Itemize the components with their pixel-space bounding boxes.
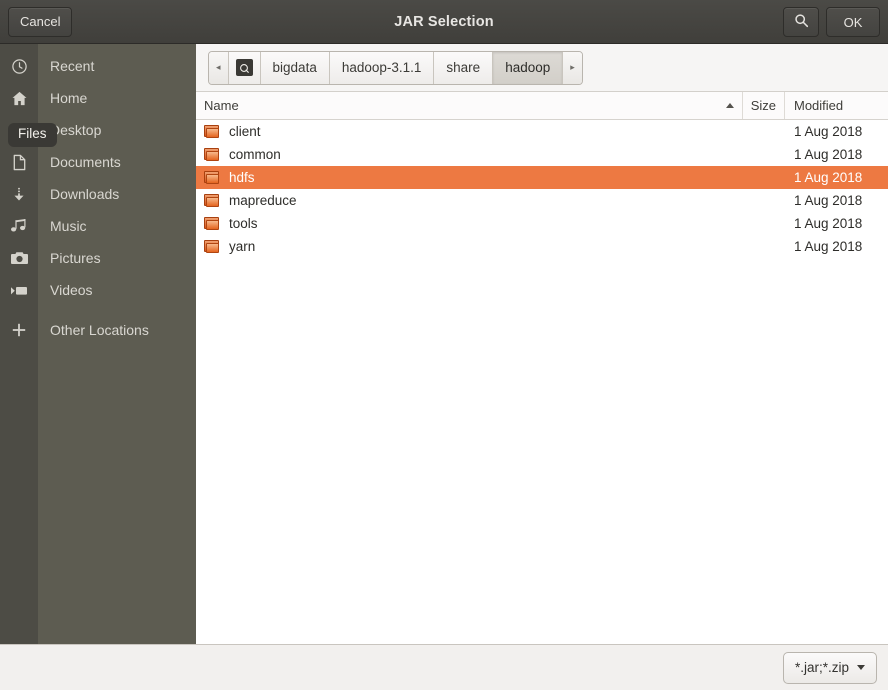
file-name-label: hdfs	[229, 170, 255, 185]
folder-icon	[204, 148, 220, 161]
file-name-label: common	[229, 147, 281, 162]
file-name-cell: hdfs	[196, 170, 743, 185]
home-icon	[0, 90, 38, 107]
column-header-size-label: Size	[750, 98, 776, 113]
sidebar-item-documents[interactable]: Documents	[0, 146, 196, 178]
sidebar-item-pictures[interactable]: Pictures	[0, 242, 196, 274]
file-chooser-dialog: Cancel JAR Selection OK Recent Home Desk…	[0, 0, 888, 690]
sidebar-item-label: Downloads	[50, 186, 120, 202]
file-name-label: yarn	[229, 239, 256, 254]
sidebar-item-videos[interactable]: Videos	[0, 274, 196, 306]
sidebar-item-music[interactable]: Music	[0, 210, 196, 242]
sidebar-item-label: Music	[50, 218, 87, 234]
table-row[interactable]: client 1 Aug 2018	[196, 120, 888, 143]
file-filter-label: *.jar;*.zip	[794, 660, 849, 675]
titlebar-right-actions: OK	[783, 7, 880, 37]
breadcrumb-item-bigdata[interactable]: bigdata	[260, 51, 330, 84]
clock-icon	[0, 58, 38, 75]
folder-icon	[204, 217, 220, 230]
file-name-cell: yarn	[196, 239, 743, 254]
folder-icon	[204, 125, 220, 138]
file-name-label: mapreduce	[229, 193, 297, 208]
dialog-title: JAR Selection	[394, 13, 494, 30]
plus-icon	[0, 322, 38, 338]
camera-icon	[0, 251, 38, 266]
column-header-name-label: Name	[204, 98, 239, 113]
file-name-cell: common	[196, 147, 743, 162]
file-name-label: client	[229, 124, 261, 139]
column-header-size[interactable]: Size	[743, 92, 785, 119]
dialog-body: Recent Home Desktop Documents Downloads …	[0, 44, 888, 644]
cancel-button-label: Cancel	[20, 14, 61, 29]
file-modified-cell: 1 Aug 2018	[794, 216, 863, 231]
breadcrumb-item-hadoop-3-1-1[interactable]: hadoop-3.1.1	[329, 51, 435, 84]
sidebar-item-home[interactable]: Home	[0, 82, 196, 114]
search-icon	[794, 13, 809, 31]
sidebar-item-label: Pictures	[50, 250, 101, 266]
search-button[interactable]	[783, 7, 819, 37]
breadcrumb-next-button[interactable]: ▸	[563, 51, 582, 84]
sidebar-item-other-locations[interactable]: Other Locations	[0, 314, 196, 346]
breadcrumb-root-button[interactable]	[228, 51, 261, 84]
file-modified-cell: 1 Aug 2018	[794, 124, 863, 139]
file-modified-cell: 1 Aug 2018	[794, 239, 863, 254]
file-list[interactable]: client 1 Aug 2018 common 1 Aug 2018 hdfs…	[196, 120, 888, 644]
sidebar-item-label: Home	[50, 90, 88, 106]
music-note-icon	[0, 218, 38, 234]
cancel-button[interactable]: Cancel	[8, 6, 73, 37]
document-icon	[0, 154, 38, 171]
ok-button-label: OK	[843, 14, 863, 30]
download-icon	[0, 186, 38, 203]
sidebar-item-label: Other Locations	[50, 322, 149, 338]
file-modified-cell: 1 Aug 2018	[794, 147, 863, 162]
file-name-cell: mapreduce	[196, 193, 743, 208]
breadcrumb-item-share[interactable]: share	[434, 51, 494, 84]
breadcrumb-item-hadoop[interactable]: hadoop	[493, 51, 564, 84]
files-tooltip: Files	[8, 123, 57, 147]
sidebar-item-recent[interactable]: Recent	[0, 50, 196, 82]
file-name-cell: client	[196, 124, 743, 139]
file-browser-pane: ◂ bigdata hadoop-3.1.1 share hadoop ▸ Na…	[196, 44, 888, 644]
sidebar-item-downloads[interactable]: Downloads	[0, 178, 196, 210]
table-row[interactable]: common 1 Aug 2018	[196, 143, 888, 166]
path-bar: ◂ bigdata hadoop-3.1.1 share hadoop ▸	[196, 44, 888, 92]
sort-ascending-icon	[726, 103, 734, 108]
table-row[interactable]: yarn 1 Aug 2018	[196, 235, 888, 258]
chevron-down-icon	[857, 665, 865, 670]
table-row[interactable]: mapreduce 1 Aug 2018	[196, 189, 888, 212]
ok-button[interactable]: OK	[826, 7, 880, 37]
titlebar: Cancel JAR Selection OK	[0, 0, 888, 44]
hard-disk-icon	[235, 59, 253, 76]
places-sidebar: Recent Home Desktop Documents Downloads …	[0, 44, 196, 644]
file-modified-cell: 1 Aug 2018	[794, 170, 863, 185]
dialog-footer: *.jar;*.zip	[0, 644, 888, 690]
file-filter-dropdown[interactable]: *.jar;*.zip	[782, 651, 877, 684]
video-camera-icon	[0, 284, 38, 297]
breadcrumb-prev-button[interactable]: ◂	[209, 51, 229, 84]
table-row[interactable]: tools 1 Aug 2018	[196, 212, 888, 235]
table-row-selected[interactable]: hdfs 1 Aug 2018	[196, 166, 888, 189]
breadcrumb: ◂ bigdata hadoop-3.1.1 share hadoop ▸	[208, 50, 583, 85]
folder-icon	[204, 194, 220, 207]
column-header-modified-label: Modified	[794, 98, 844, 113]
folder-icon	[204, 171, 220, 184]
file-name-label: tools	[229, 216, 258, 231]
sidebar-item-label: Videos	[50, 282, 93, 298]
sidebar-item-label: Documents	[50, 154, 121, 170]
folder-icon	[204, 240, 220, 253]
column-header-modified[interactable]: Modified	[785, 92, 888, 119]
file-list-header: Name Size Modified	[196, 92, 888, 120]
file-name-cell: tools	[196, 216, 743, 231]
sidebar-item-label: Recent	[50, 58, 95, 74]
column-header-name[interactable]: Name	[196, 92, 743, 119]
file-modified-cell: 1 Aug 2018	[794, 193, 863, 208]
